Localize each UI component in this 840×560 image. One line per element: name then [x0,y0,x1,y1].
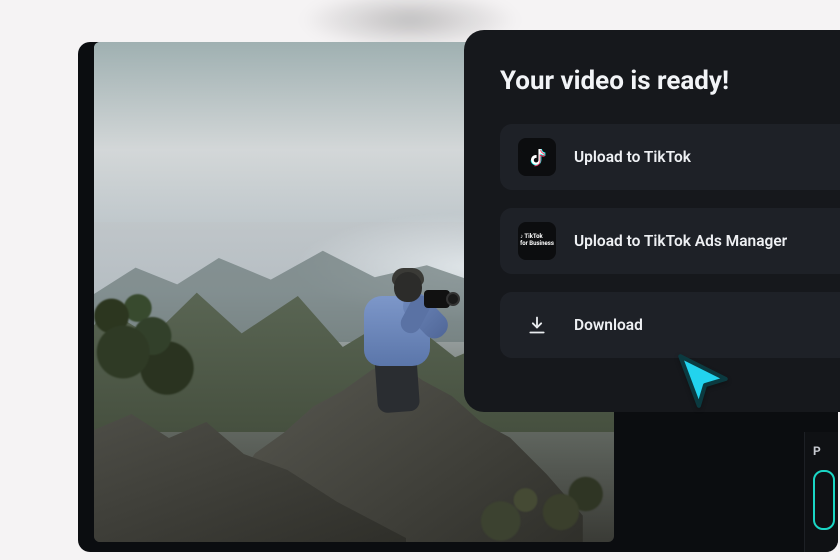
option-label: Upload to TikTok Ads Manager [574,232,787,250]
option-label: Download [574,316,643,334]
upload-tiktok-button[interactable]: Upload to TikTok [500,124,840,190]
tiktok-business-icon: ♪ TikTokfor Business [518,222,556,260]
upload-tiktok-ads-button[interactable]: ♪ TikTokfor Business Upload to TikTok Ad… [500,208,840,274]
preview-trees [94,212,240,412]
option-label: Upload to TikTok [574,148,691,166]
side-panel-label: P [813,444,838,458]
export-modal: Your video is ready! Upload to TikTok ♪ … [464,30,840,412]
tiktok-icon [518,138,556,176]
preview-shrubs [437,392,614,542]
modal-title: Your video is ready! [500,66,840,96]
download-button[interactable]: Download [500,292,840,358]
download-icon [518,306,556,344]
side-panel-chip[interactable] [813,470,835,530]
right-side-panel: P [804,432,838,552]
preview-person [338,262,448,422]
